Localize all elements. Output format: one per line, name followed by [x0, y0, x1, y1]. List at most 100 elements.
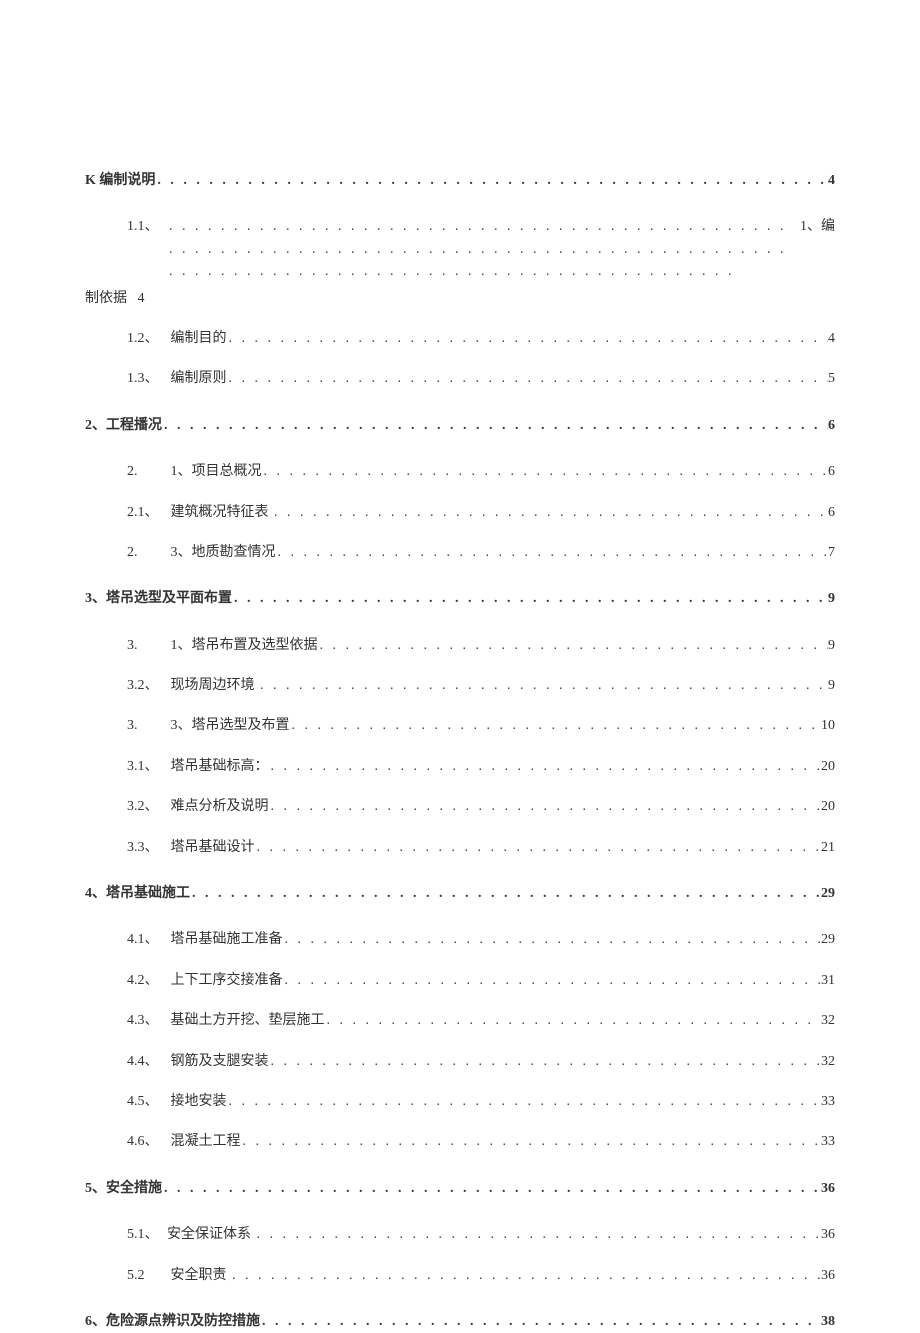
toc-page: 9 — [828, 588, 835, 610]
toc-label: 接地安装 — [171, 1091, 227, 1113]
toc-heading-5[interactable]: 5、安全措施 36 — [85, 1178, 835, 1200]
toc-page: 9 — [828, 635, 835, 657]
toc-dots — [276, 542, 829, 564]
toc-dots — [155, 170, 828, 192]
toc-num: 3.2、 — [127, 675, 167, 697]
toc-page: 36 — [821, 1265, 835, 1287]
toc-tail: 1、编 — [800, 216, 835, 238]
toc-dots — [269, 1051, 822, 1073]
toc-dots — [283, 970, 822, 992]
toc-dots — [162, 1178, 821, 1200]
toc-label: 钢筋及支腿安装 — [171, 1051, 269, 1073]
toc-heading-4[interactable]: 4、塔吊基础施工 29 — [85, 883, 835, 905]
toc-num: 5.1、 — [127, 1224, 167, 1246]
toc-page: 36 — [821, 1178, 835, 1200]
toc-num: 2. — [127, 542, 167, 564]
toc-sub-1-2[interactable]: 1.2、 编制目的 4 — [85, 328, 835, 350]
toc-num: 4.6、 — [127, 1131, 167, 1153]
toc-sub-3-3[interactable]: 3. 3、塔吊选型及布置 10 — [85, 715, 835, 737]
toc-num: 4.3、 — [127, 1010, 167, 1032]
toc-dots — [232, 588, 828, 610]
toc-num: 3.3、 — [127, 837, 167, 859]
toc-label: 安全保证体系 — [167, 1224, 251, 1246]
toc-page: 20 — [821, 796, 835, 818]
toc-page: 31 — [821, 970, 835, 992]
toc-dots — [255, 837, 822, 859]
toc-sub-1-1[interactable]: 1.1、 1、编 制依据 4 — [85, 216, 835, 310]
toc-dots — [272, 502, 828, 524]
toc-dots — [262, 461, 829, 483]
toc-dots — [241, 1131, 822, 1153]
toc-label: 6、危险源点辨识及防控措施 — [85, 1311, 260, 1333]
toc-dots — [290, 715, 822, 737]
toc-page: 6 — [828, 461, 835, 483]
toc-sub-3-2b[interactable]: 3.2、 难点分析及说明 20 — [85, 796, 835, 818]
toc-wrap-page: 4 — [138, 291, 145, 306]
toc-label: 5、安全措施 — [85, 1178, 162, 1200]
toc-sub-4-1[interactable]: 4.1、 塔吊基础施工准备 29 — [85, 929, 835, 951]
toc-page: 32 — [821, 1010, 835, 1032]
toc-sub-2-1[interactable]: 2. 1、项目总概况 6 — [85, 461, 835, 483]
toc-dots — [255, 1224, 822, 1246]
toc-sub-3-1b[interactable]: 3.1、 塔吊基础标高： 20 — [85, 756, 835, 778]
toc-dots — [325, 1010, 822, 1032]
toc-sub-3-2[interactable]: 3.2、 现场周边环境 9 — [85, 675, 835, 697]
toc-sub-4-6[interactable]: 4.6、 混凝土工程 33 — [85, 1131, 835, 1153]
toc-page: 6 — [828, 502, 835, 524]
toc-num: 2.1、 — [127, 502, 167, 524]
toc-sub-3-3b[interactable]: 3.3、 塔吊基础设计 21 — [85, 837, 835, 859]
toc-page: 10 — [821, 715, 835, 737]
toc-num: 3.2、 — [127, 796, 167, 818]
toc-num: 2. — [127, 461, 167, 483]
toc-label: 编制原则 — [171, 368, 227, 390]
toc-heading-2[interactable]: 2、工程播况 6 — [85, 415, 835, 437]
toc-label: 塔吊基础标高： — [171, 756, 269, 778]
toc-sub-2-3[interactable]: 2. 3、地质勘查情况 7 — [85, 542, 835, 564]
toc-label: 现场周边环境 — [171, 675, 255, 697]
toc-sub-5-2[interactable]: 5.2 安全职责 36 — [85, 1265, 835, 1287]
toc-page: 6 — [828, 415, 835, 437]
toc-label: 安全职责 — [171, 1265, 227, 1287]
toc-dots — [260, 1311, 821, 1333]
toc-dots — [227, 368, 829, 390]
toc-page: 32 — [821, 1051, 835, 1073]
toc-label: 2、工程播况 — [85, 415, 162, 437]
toc-label: 混凝土工程 — [171, 1131, 241, 1153]
toc-label: 4、塔吊基础施工 — [85, 883, 190, 905]
toc-label: 塔吊基础施工准备 — [171, 929, 283, 951]
toc-heading-6[interactable]: 6、危险源点辨识及防控措施 38 — [85, 1311, 835, 1333]
toc-dots — [269, 796, 822, 818]
toc-page: 33 — [821, 1091, 835, 1113]
toc-page: 36 — [821, 1224, 835, 1246]
toc-heading-1[interactable]: K 编制说明 4 — [85, 170, 835, 192]
toc-sub-4-2[interactable]: 4.2、 上下工序交接准备 31 — [85, 970, 835, 992]
toc-label: 基础土方开挖、垫层施工 — [171, 1010, 325, 1032]
toc-num: 1.2、 — [127, 328, 167, 350]
toc-num: 1.1、 — [127, 216, 167, 238]
toc-page: 20 — [821, 756, 835, 778]
table-of-contents: K 编制说明 4 1.1、 1、编 制依据 4 1.2、 编制目的 4 1.3、… — [85, 170, 835, 1333]
toc-page: 9 — [828, 675, 835, 697]
toc-num: 3. — [127, 635, 167, 657]
toc-dots — [190, 883, 821, 905]
toc-sub-4-5[interactable]: 4.5、 接地安装 33 — [85, 1091, 835, 1113]
toc-num: 5.2 — [127, 1265, 167, 1287]
toc-sub-3-1[interactable]: 3. 1、塔吊布置及选型依据 9 — [85, 635, 835, 657]
toc-page: 4 — [828, 328, 835, 350]
toc-num: 4.5、 — [127, 1091, 167, 1113]
toc-sub-4-4[interactable]: 4.4、 钢筋及支腿安装 32 — [85, 1051, 835, 1073]
toc-dots — [227, 328, 829, 350]
toc-num: 3.1、 — [127, 756, 167, 778]
toc-wrap-left: 制依据 — [85, 291, 127, 306]
toc-label: 建筑概况特征表 — [171, 502, 269, 524]
toc-dots — [230, 1265, 821, 1287]
toc-dots — [227, 1091, 822, 1113]
toc-sub-1-3[interactable]: 1.3、 编制原则 5 — [85, 368, 835, 390]
toc-page: 21 — [821, 837, 835, 859]
toc-sub-2-1b[interactable]: 2.1、 建筑概况特征表 6 — [85, 502, 835, 524]
toc-num: 4.1、 — [127, 929, 167, 951]
toc-num: 1.3、 — [127, 368, 167, 390]
toc-sub-4-3[interactable]: 4.3、 基础土方开挖、垫层施工 32 — [85, 1010, 835, 1032]
toc-sub-5-1[interactable]: 5.1、 安全保证体系 36 — [85, 1224, 835, 1246]
toc-heading-3[interactable]: 3、塔吊选型及平面布置 9 — [85, 588, 835, 610]
